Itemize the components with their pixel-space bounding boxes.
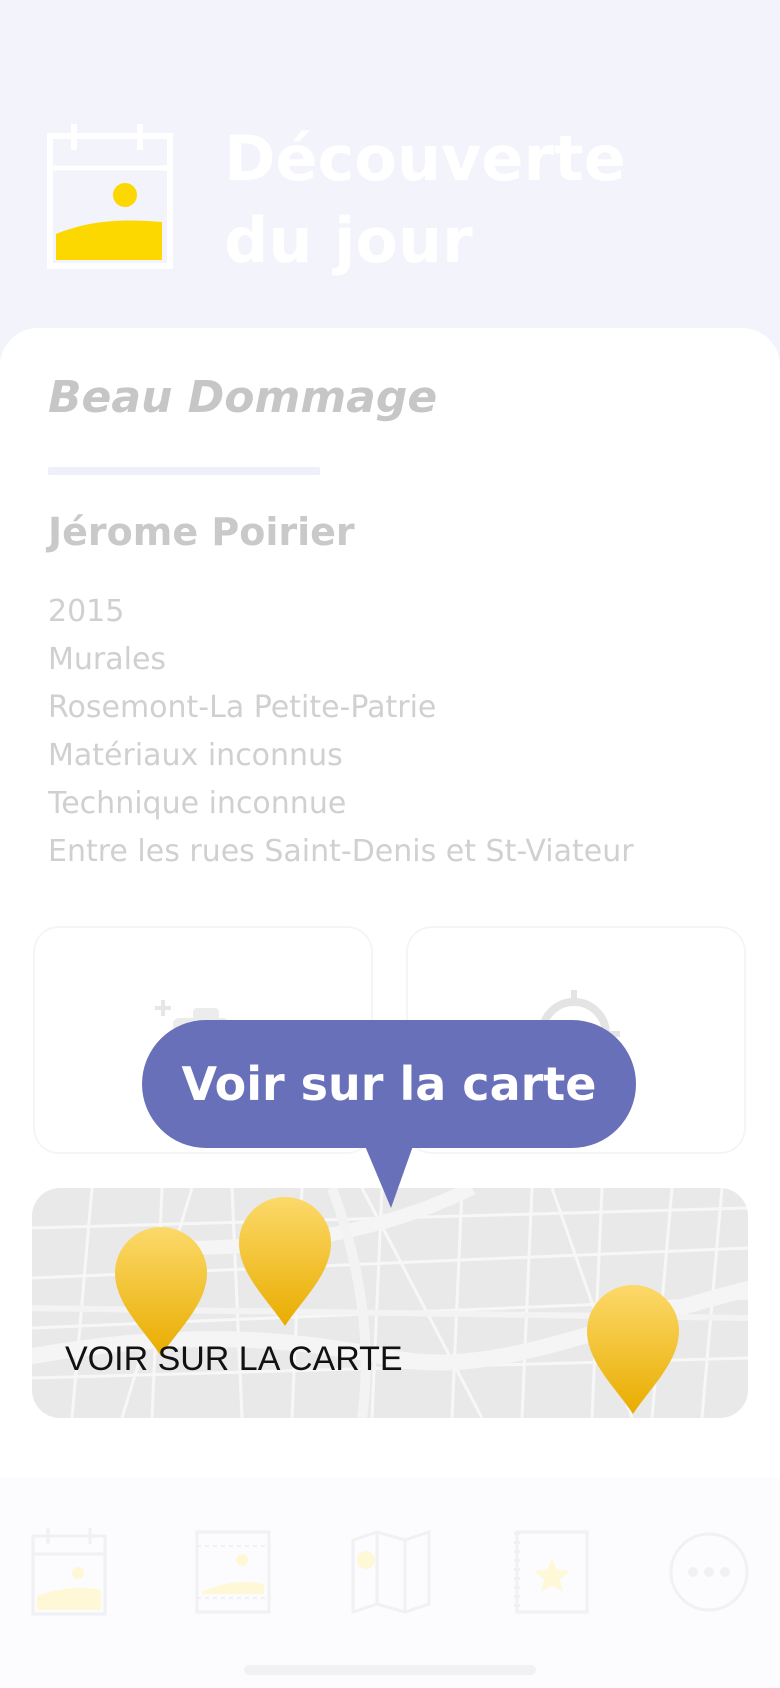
- home-indicator: [244, 1665, 536, 1675]
- map-pin-icon[interactable]: [114, 1226, 208, 1358]
- detail-location: Entre les rues Saint-Denis et St-Viateur: [48, 834, 634, 869]
- artwork-details: 2015 Murales Rosemont-La Petite-Patrie M…: [48, 588, 634, 876]
- header: Découverte du jour: [0, 0, 780, 340]
- detail-category: Murales: [48, 642, 167, 677]
- title-divider: [48, 467, 320, 475]
- tooltip-label: Voir sur la carte: [181, 1057, 597, 1111]
- gallery-icon: [195, 1530, 271, 1614]
- calendar-image-icon: [47, 124, 173, 269]
- artist-name: Jérome Poirier: [48, 510, 355, 554]
- page-title-line1: Découverte: [224, 122, 626, 195]
- map-preview[interactable]: VOIR SUR LA CARTE: [32, 1188, 748, 1418]
- tooltip-pointer: [365, 1146, 413, 1208]
- tab-favorites[interactable]: [514, 1528, 590, 1616]
- see-on-map-tooltip[interactable]: Voir sur la carte: [142, 1020, 636, 1148]
- detail-technique: Technique inconnue: [48, 786, 347, 821]
- tab-daily-discovery[interactable]: [30, 1528, 110, 1616]
- map-pin-icon[interactable]: [238, 1196, 332, 1328]
- artwork-title: Beau Dommage: [48, 372, 438, 423]
- page-title: Découverte du jour: [224, 118, 744, 282]
- detail-year: 2015: [48, 594, 125, 629]
- map-label: VOIR SUR LA CARTE: [65, 1340, 403, 1378]
- detail-materials: Matériaux inconnus: [48, 738, 343, 773]
- page-title-line2: du jour: [224, 204, 473, 277]
- map-icon: [351, 1529, 431, 1615]
- more-icon: [669, 1532, 749, 1612]
- detail-borough: Rosemont-La Petite-Patrie: [48, 690, 437, 725]
- tab-more[interactable]: [668, 1528, 750, 1616]
- favorites-icon: [514, 1530, 589, 1614]
- tab-map[interactable]: [350, 1528, 432, 1616]
- map-pin-icon[interactable]: [586, 1284, 680, 1416]
- tab-gallery[interactable]: [194, 1528, 272, 1616]
- calendar-image-icon: [31, 1528, 107, 1616]
